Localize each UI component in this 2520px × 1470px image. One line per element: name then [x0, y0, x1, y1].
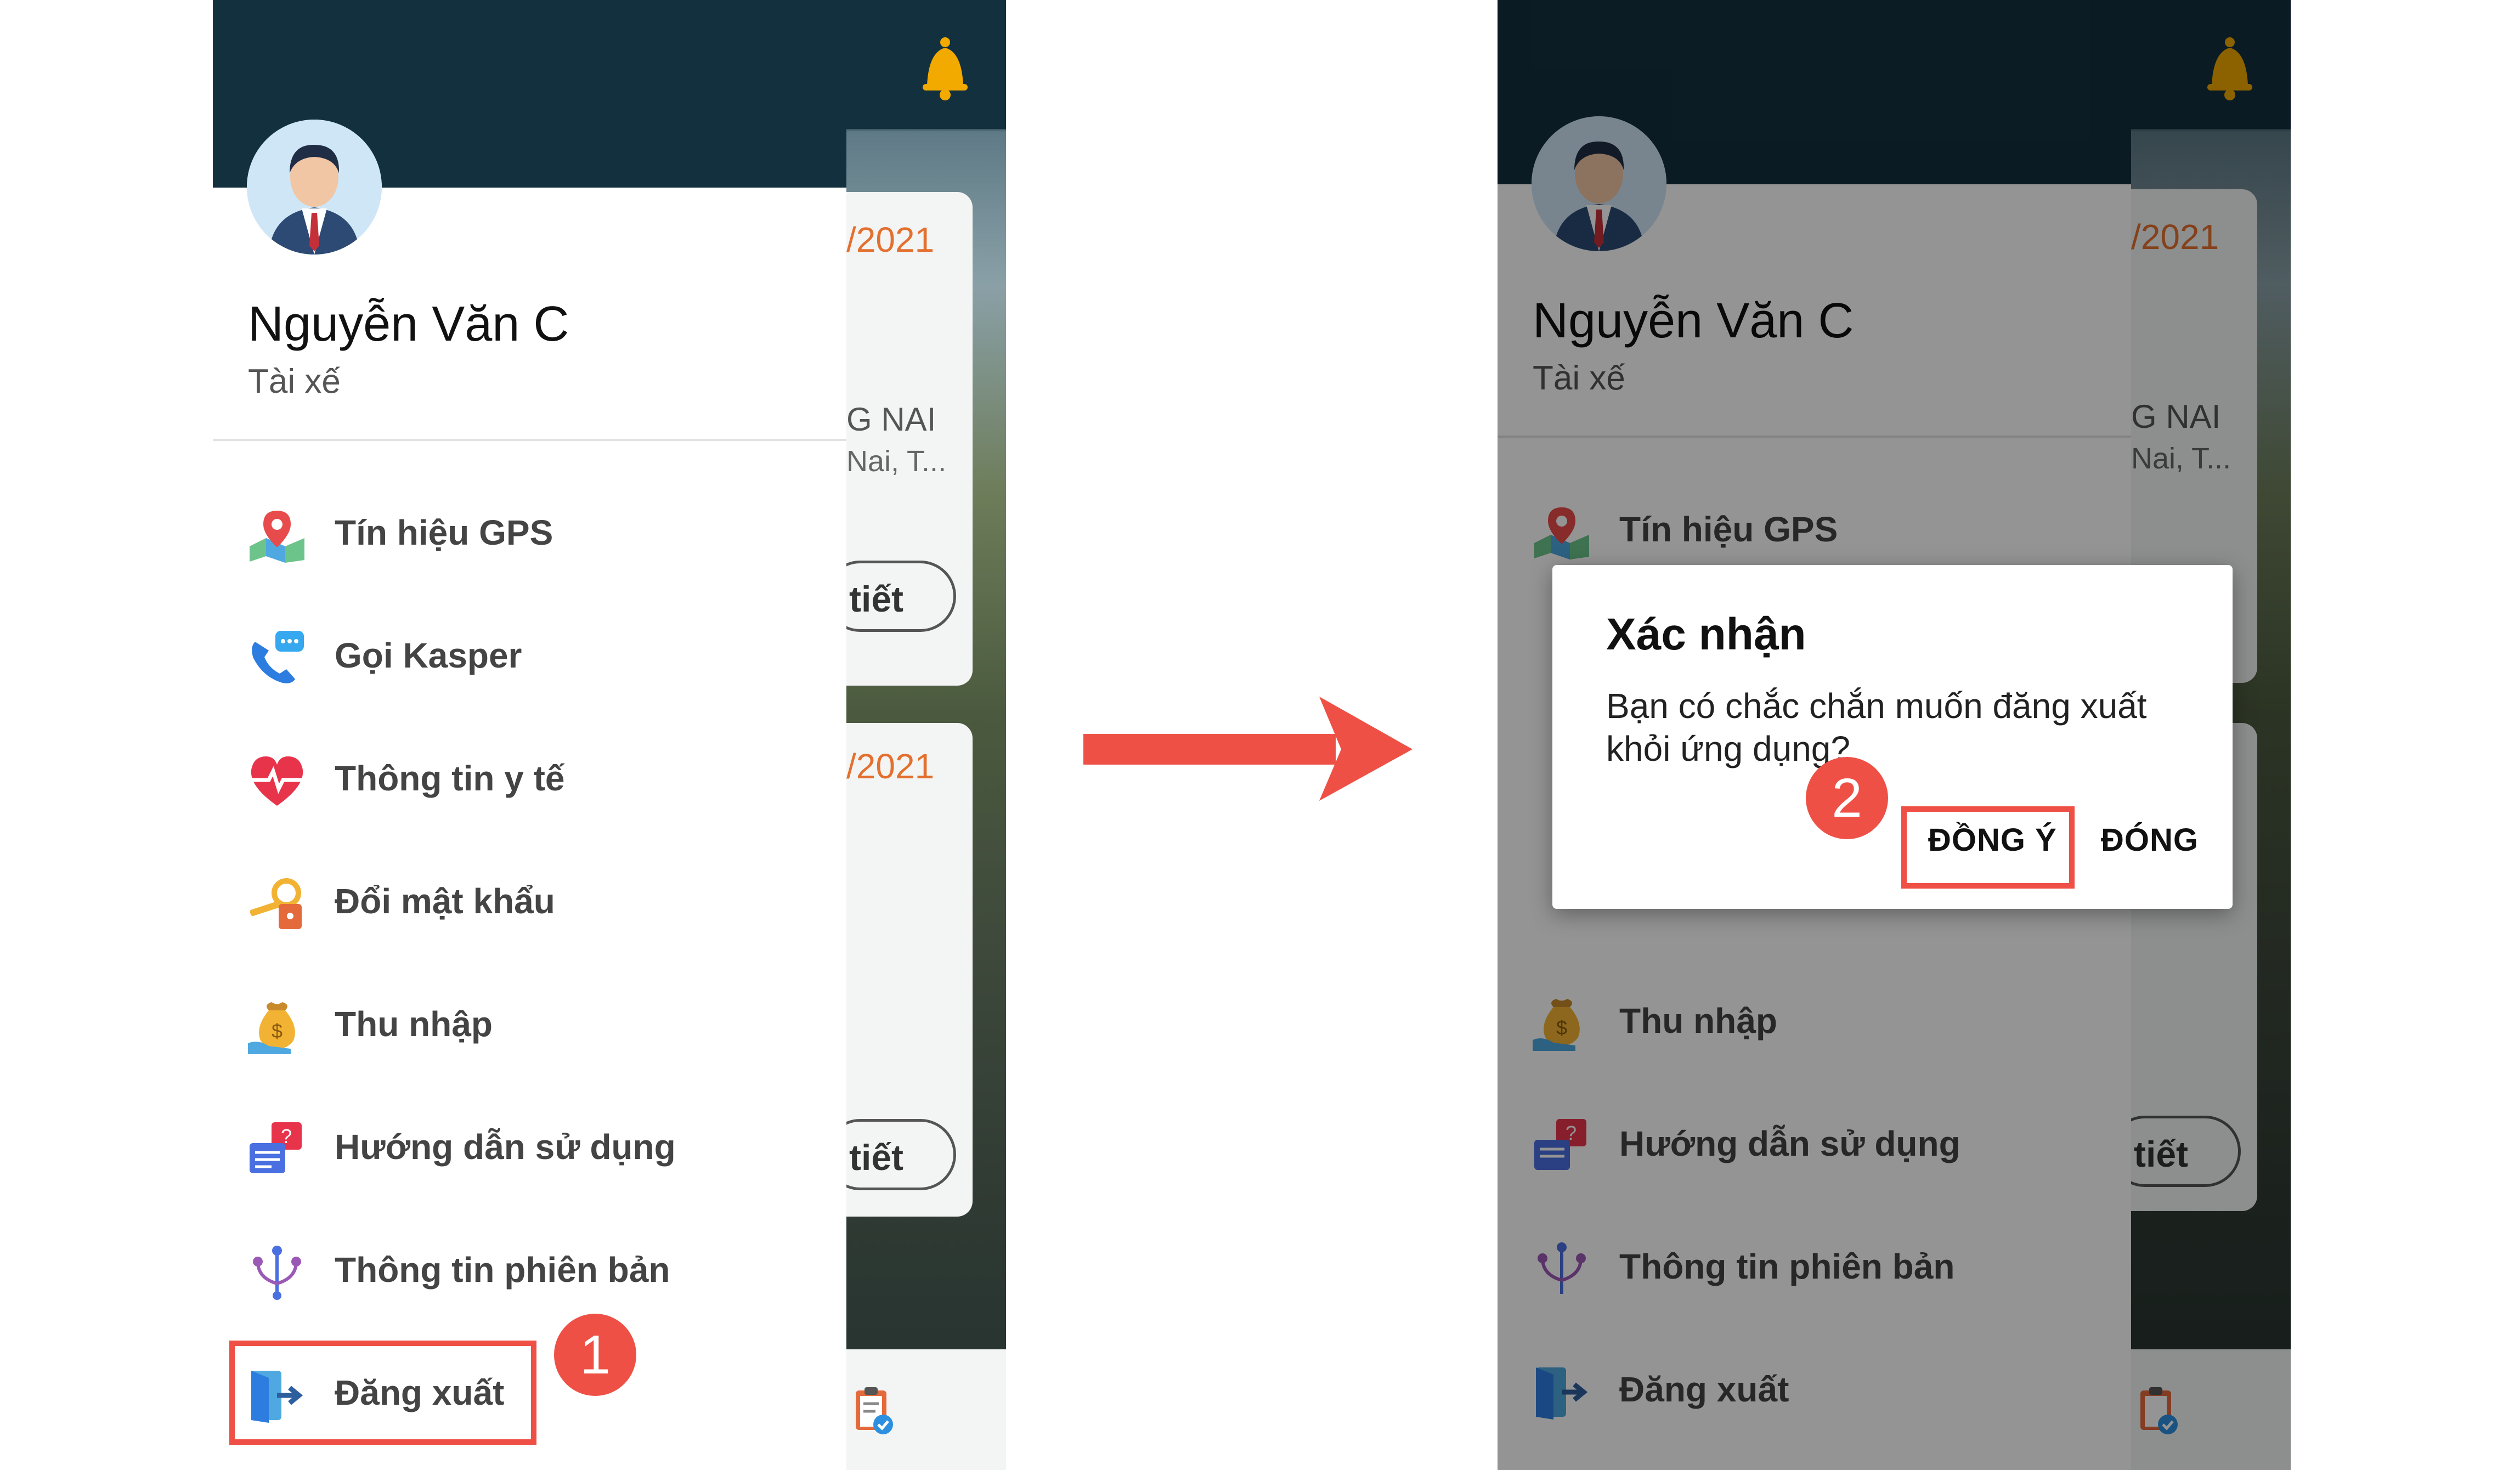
dialog-message: Bạn có chắc chắn muốn đăng xuất khỏi ứng…	[1606, 686, 2147, 768]
menu-label: Thông tin phiên bản	[335, 1250, 670, 1290]
svg-text:$: $	[272, 1020, 282, 1042]
menu-label: Đổi mật khẩu	[335, 881, 555, 921]
phone-screen-right: /2021 G NAI Nai, T... tiết Nguyễn Văn C …	[1498, 0, 2291, 1470]
trip-date: /2021	[846, 747, 935, 786]
menu-label: Tín hiệu GPS	[335, 513, 553, 552]
user-avatar	[247, 120, 382, 255]
user-name: Nguyễn Văn C	[248, 297, 569, 352]
menu-item-medical-info[interactable]: Thông tin y tế	[247, 737, 795, 819]
trip-card[interactable]: /2021 tiết	[824, 723, 973, 1217]
trip-address: Nai, T...	[846, 445, 947, 478]
menu-label: Thông tin y tế	[335, 759, 565, 798]
divider	[213, 439, 846, 441]
gps-map-icon	[250, 511, 304, 563]
clipboard-check-icon[interactable]	[854, 1385, 894, 1435]
dialog-title: Xác nhận	[1606, 609, 1806, 659]
driver-avatar-icon	[247, 120, 382, 255]
menu-label: Gọi Kasper	[335, 636, 522, 675]
menu-item-income[interactable]: $ Thu nhập	[247, 983, 795, 1065]
menu-label: Thu nhập	[335, 1004, 493, 1044]
menu-item-gps-signal[interactable]: Tín hiệu GPS	[247, 491, 795, 574]
step-badge: 2	[1806, 757, 1888, 839]
heart-pulse-icon	[251, 756, 303, 806]
phone-screen-left: /2021 G NAI Nai, T... tiết /2021 tiết Ng…	[213, 0, 1006, 1470]
confirm-logout-dialog: Xác nhận Bạn có chắc chắn muốn đăng xuất…	[1552, 565, 2233, 909]
money-bag-icon: $	[248, 1002, 295, 1054]
user-role: Tài xế	[248, 363, 341, 400]
notification-bell-icon[interactable]	[920, 36, 970, 101]
trip-location: G NAI	[846, 401, 936, 438]
help-chat-icon: ?	[250, 1122, 302, 1173]
trip-card[interactable]: /2021 G NAI Nai, T... tiết	[824, 192, 973, 686]
version-branch-icon	[253, 1246, 301, 1300]
menu-item-user-guide[interactable]: ? Hướng dẫn sử dụng	[247, 1106, 795, 1188]
navigation-drawer: Nguyễn Văn C Tài xế Tín hiệu GPS Gọi Kas…	[213, 0, 846, 1470]
step-badge: 1	[554, 1314, 636, 1396]
phone-chat-icon	[252, 631, 304, 683]
menu-item-version-info[interactable]: Thông tin phiên bản	[247, 1229, 795, 1311]
menu-item-change-password[interactable]: Đổi mật khẩu	[247, 860, 795, 942]
trip-date: /2021	[846, 220, 935, 259]
arrow-right-icon	[1083, 697, 1412, 801]
close-button[interactable]: ĐÓNG	[2101, 822, 2199, 858]
key-lock-icon	[250, 878, 302, 929]
logout-highlight	[229, 1341, 536, 1445]
menu-item-call-kasper[interactable]: Gọi Kasper	[247, 614, 795, 697]
menu-label: Hướng dẫn sử dụng	[335, 1127, 676, 1167]
confirm-highlight	[1901, 806, 2075, 889]
